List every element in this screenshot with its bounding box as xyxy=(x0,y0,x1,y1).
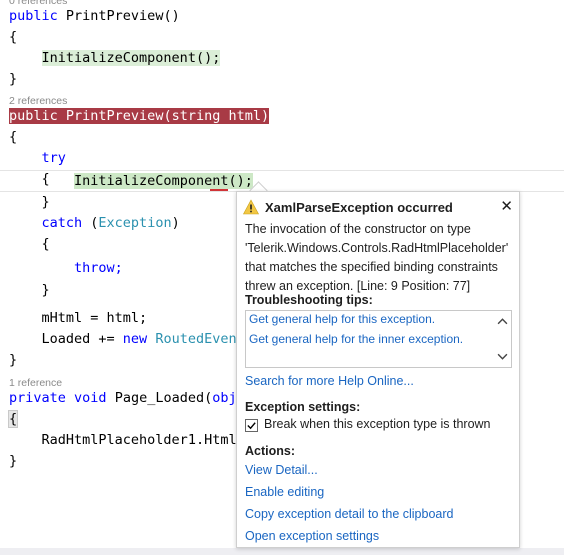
break-checkbox-label[interactable]: Break when this exception type is thrown xyxy=(264,417,491,431)
code-line-catch: catch (Exception) xyxy=(9,212,180,234)
copy-exception-detail-link[interactable]: Copy exception detail to the clipboard xyxy=(245,507,453,521)
chevron-up-icon[interactable] xyxy=(497,316,508,327)
code-text: html) xyxy=(220,108,270,124)
code-line-brace: { xyxy=(9,29,18,45)
code-text: mHtml = html; xyxy=(41,310,148,326)
type-name: Exception xyxy=(98,215,172,231)
tip-link-general-help[interactable]: Get general help for this exception. xyxy=(249,312,435,326)
tip-link-inner-exception[interactable]: Get general help for the inner exception… xyxy=(249,332,463,346)
tips-scrollbar[interactable] xyxy=(494,311,511,367)
code-line-brace: { xyxy=(9,129,18,145)
code-line-brace: } xyxy=(9,279,50,301)
keyword: catch xyxy=(41,215,83,231)
code-line-rad: RadHtmlPlaceholder1.HtmlSou xyxy=(9,429,261,451)
search-help-online-link[interactable]: Search for more Help Online... xyxy=(245,374,414,388)
popup-title-bar: XamlParseException occurred ✕ xyxy=(243,198,515,216)
editor-bottom-bar xyxy=(0,548,564,555)
keyword: public xyxy=(9,8,58,24)
code-text: Page_Loaded( xyxy=(106,390,213,406)
code-text: } xyxy=(41,194,50,210)
code-line-try: try xyxy=(9,147,66,169)
code-text: ) xyxy=(171,215,180,231)
code-line-page-loaded: private void Page_Loaded(object xyxy=(9,387,261,409)
exception-message: The invocation of the constructor on typ… xyxy=(245,222,509,293)
keyword: string xyxy=(171,108,221,124)
code-line-brace: } xyxy=(9,453,18,469)
code-line-brace: } xyxy=(9,71,18,87)
error-squiggle xyxy=(210,189,228,191)
chevron-down-icon[interactable] xyxy=(497,351,508,362)
keyword: private xyxy=(9,390,66,406)
code-line-brace: { xyxy=(9,233,50,255)
code-highlight-error: public PrintPreview(string html) xyxy=(9,108,270,124)
code-line-constructor-html: public PrintPreview(string html) xyxy=(9,105,270,127)
keyword: void xyxy=(74,390,107,406)
code-text: PrintPreview( xyxy=(57,108,172,124)
code-text: Loaded += xyxy=(41,331,123,347)
code-text: ( xyxy=(82,215,99,231)
code-line-throw: throw; xyxy=(9,257,123,279)
actions-header: Actions: xyxy=(245,444,295,458)
warning-icon xyxy=(243,199,259,215)
code-text: } xyxy=(41,282,50,298)
code-line-brace: } xyxy=(9,191,50,213)
code-text: { xyxy=(41,236,50,252)
code-line-assign: mHtml = html; xyxy=(9,307,148,329)
exception-helper-popup: XamlParseException occurred ✕ The invoca… xyxy=(236,191,520,548)
troubleshooting-tips-list[interactable]: Get general help for this exception. Get… xyxy=(245,310,512,368)
code-text: PrintPreview() xyxy=(57,8,180,24)
exception-title: XamlParseException occurred xyxy=(265,199,453,215)
code-line-constructor: public PrintPreview() xyxy=(9,5,180,27)
code-line-brace: { xyxy=(7,408,19,430)
keyword: public xyxy=(9,108,58,124)
code-line-loaded: Loaded += new RoutedEventHa xyxy=(9,328,261,350)
view-detail-link[interactable]: View Detail... xyxy=(245,463,318,477)
troubleshooting-header: Troubleshooting tips: xyxy=(245,293,373,307)
code-line-init: InitializeComponent(); xyxy=(9,47,221,69)
keyword: try xyxy=(41,150,66,166)
checkmark-icon xyxy=(247,422,256,430)
close-icon[interactable]: ✕ xyxy=(500,198,513,216)
exception-settings-header: Exception settings: xyxy=(245,400,361,414)
enable-editing-link[interactable]: Enable editing xyxy=(245,485,324,499)
exception-statement: InitializeComponent(); xyxy=(74,173,253,189)
code-text: InitializeComponent(); xyxy=(41,50,221,66)
break-checkbox[interactable] xyxy=(245,419,258,432)
open-exception-settings-link[interactable]: Open exception settings xyxy=(245,529,379,543)
code-text: RadHtmlPlaceholder1.HtmlSou xyxy=(41,432,261,448)
keyword: new xyxy=(122,331,148,347)
code-line-brace: } xyxy=(9,352,18,368)
matched-brace: { xyxy=(7,410,19,428)
keyword: throw; xyxy=(74,260,123,276)
